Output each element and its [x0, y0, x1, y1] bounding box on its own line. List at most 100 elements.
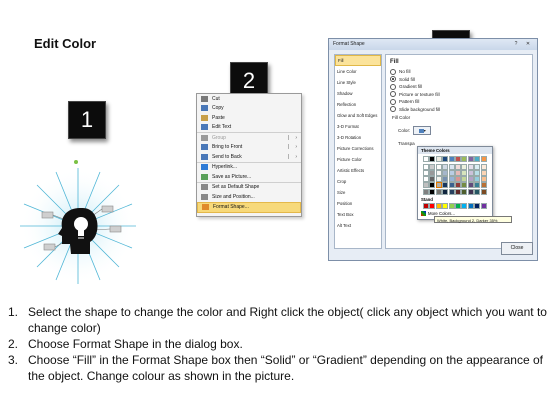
standard-color-swatch[interactable] [442, 203, 449, 209]
standard-color-swatch[interactable] [467, 203, 474, 209]
color-swatch[interactable] [455, 176, 461, 183]
color-swatch[interactable] [461, 169, 468, 176]
color-swatch[interactable] [429, 169, 436, 176]
color-picker-button[interactable]: ▾ [413, 126, 432, 135]
context-menu-item-set-as-default-shape[interactable]: Set as Default Shape [197, 181, 301, 193]
standard-color-swatch[interactable] [435, 203, 442, 209]
color-swatch[interactable] [435, 188, 442, 195]
color-swatch[interactable] [474, 156, 481, 162]
color-swatch[interactable] [448, 188, 455, 195]
radio-button[interactable] [390, 106, 396, 113]
color-swatch[interactable] [474, 163, 481, 170]
radio-button[interactable] [390, 83, 396, 90]
fill-option-gradient-fill[interactable]: Gradient fill [386, 83, 532, 91]
color-swatch[interactable] [480, 188, 487, 195]
color-swatch[interactable] [480, 176, 487, 183]
color-swatch[interactable] [474, 176, 481, 183]
color-swatch[interactable] [448, 156, 455, 162]
color-swatch[interactable] [455, 163, 461, 170]
nav-item-reflection[interactable]: Reflection [335, 99, 381, 110]
color-swatch[interactable] [461, 176, 468, 183]
color-swatch[interactable] [423, 156, 429, 162]
nav-item-line-style[interactable]: Line Style [335, 77, 381, 88]
radio-button[interactable] [390, 68, 396, 75]
context-menu-item-format-shape[interactable]: Format Shape... [197, 201, 301, 213]
context-menu-item-bring-to-front[interactable]: Bring to Front › | [197, 143, 301, 153]
nav-item-alt-text[interactable]: Alt Text [335, 220, 381, 231]
help-icon[interactable]: ? [511, 41, 521, 48]
nav-item-size[interactable]: Size [335, 187, 381, 198]
nav-item-glow-and-soft-edges[interactable]: Glow and Soft Edges [335, 110, 381, 121]
color-swatch[interactable] [480, 169, 487, 176]
color-swatch[interactable] [429, 163, 436, 170]
fill-option-pattern-fill[interactable]: Pattern fill [386, 98, 532, 106]
color-swatch[interactable] [435, 176, 442, 183]
standard-color-swatch[interactable] [474, 203, 481, 209]
fill-option-solid-fill[interactable]: Solid fill [386, 76, 532, 84]
color-swatch[interactable] [455, 188, 461, 195]
nav-item-artistic-effects[interactable]: Artistic Effects [335, 165, 381, 176]
color-swatch[interactable] [423, 169, 429, 176]
color-swatch[interactable] [423, 188, 429, 195]
color-swatch[interactable] [480, 182, 487, 189]
color-swatch[interactable] [455, 156, 461, 162]
color-swatch[interactable] [448, 176, 455, 183]
color-swatch[interactable] [435, 169, 442, 176]
nav-item-picture-corrections[interactable]: Picture Corrections [335, 143, 381, 154]
color-swatch[interactable] [474, 169, 481, 176]
color-swatch[interactable] [442, 169, 449, 176]
context-menu-item-cut[interactable]: Cut [197, 94, 301, 104]
color-swatch[interactable] [442, 163, 449, 170]
nav-item-fill[interactable]: Fill [335, 55, 381, 66]
fill-option-slide-background-fill[interactable]: Slide background fill [386, 106, 532, 114]
fill-option-picture-or-texture-fill[interactable]: Picture or texture fill [386, 91, 532, 99]
color-swatch[interactable] [467, 169, 474, 176]
nav-item-crop[interactable]: Crop [335, 176, 381, 187]
color-swatch[interactable] [455, 169, 461, 176]
standard-color-swatch[interactable] [448, 203, 455, 209]
color-swatch[interactable] [461, 188, 468, 195]
color-swatch[interactable] [448, 169, 455, 176]
color-swatch[interactable] [461, 182, 468, 189]
color-swatch[interactable] [474, 182, 481, 189]
color-swatch[interactable] [467, 188, 474, 195]
context-menu-item-group[interactable]: Group › | [197, 132, 301, 143]
nav-item-shadow[interactable]: Shadow [335, 88, 381, 99]
color-swatch[interactable] [429, 176, 436, 183]
nav-item-text-box[interactable]: Text Box [335, 209, 381, 220]
standard-color-swatch[interactable] [423, 203, 429, 209]
color-swatch[interactable] [448, 182, 455, 189]
selected-shape-graphic[interactable] [14, 158, 142, 286]
standard-color-swatch[interactable] [480, 203, 487, 209]
color-swatch[interactable] [467, 176, 474, 183]
color-swatch[interactable] [423, 182, 429, 189]
color-swatch[interactable] [442, 156, 449, 162]
selection-handle[interactable] [74, 160, 78, 164]
nav-item-3-d-rotation[interactable]: 3-D Rotation [335, 132, 381, 143]
color-swatch[interactable] [435, 156, 442, 162]
nav-item-3-d-format[interactable]: 3-D Format [335, 121, 381, 132]
context-menu-item-edit-text[interactable]: Edit Text [197, 123, 301, 133]
standard-color-swatch[interactable] [429, 203, 436, 209]
standard-color-swatch[interactable] [455, 203, 461, 209]
color-swatch[interactable] [429, 156, 436, 162]
color-swatch[interactable] [442, 188, 449, 195]
radio-button[interactable] [390, 76, 396, 83]
radio-button[interactable] [390, 91, 396, 98]
context-menu-item-hyperlink[interactable]: Hyperlink... [197, 161, 301, 173]
context-menu-item-save-as-picture[interactable]: Save as Picture... [197, 172, 301, 182]
color-swatch[interactable] [429, 188, 436, 195]
color-swatch[interactable] [480, 163, 487, 170]
color-swatch[interactable] [467, 163, 474, 170]
color-swatch[interactable] [467, 156, 474, 162]
color-swatch[interactable] [423, 176, 429, 183]
close-button[interactable]: Close [501, 242, 533, 255]
color-swatch[interactable] [455, 182, 461, 189]
color-swatch[interactable] [480, 156, 487, 162]
color-swatch[interactable] [435, 182, 442, 189]
color-swatch[interactable] [448, 163, 455, 170]
standard-color-swatch[interactable] [461, 203, 468, 209]
color-swatch[interactable] [423, 163, 429, 170]
color-swatch[interactable] [442, 176, 449, 183]
color-swatch[interactable] [429, 182, 436, 189]
